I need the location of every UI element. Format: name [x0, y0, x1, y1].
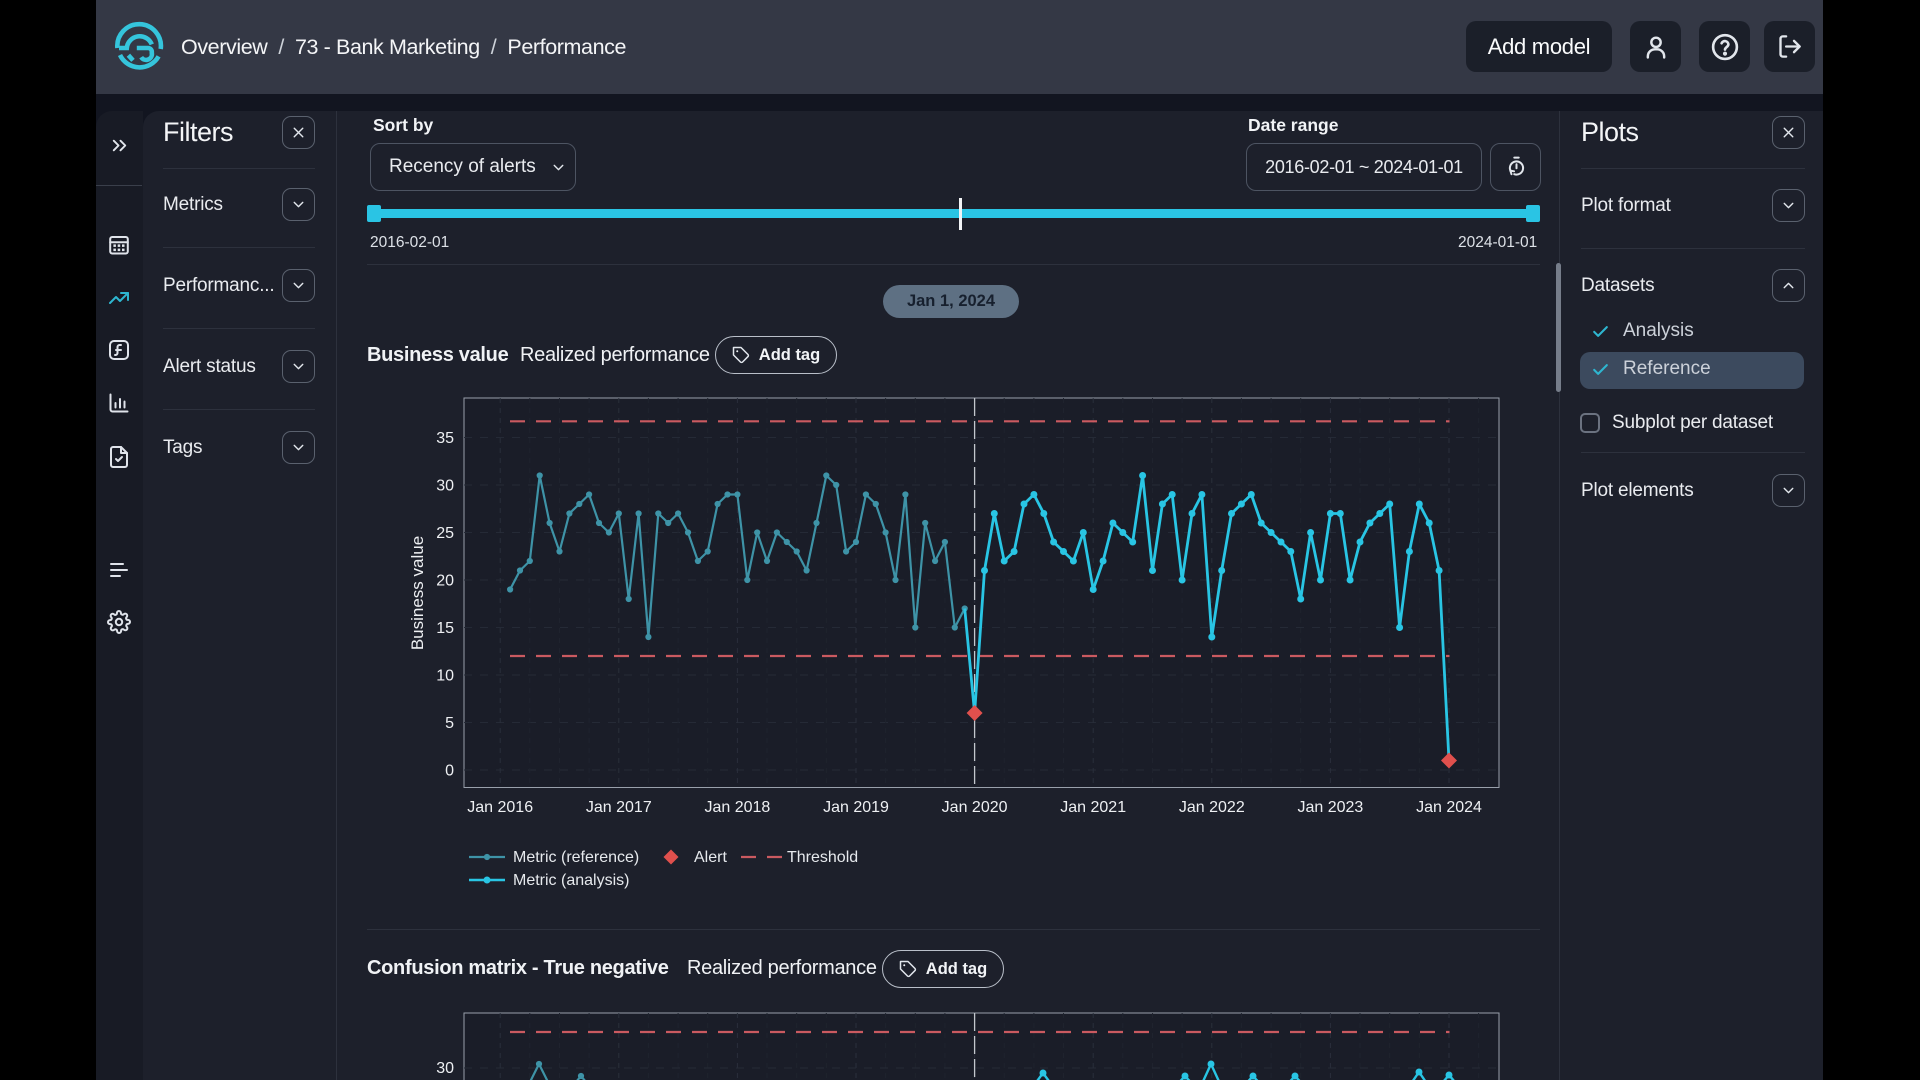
svg-text:Metric (reference): Metric (reference) — [513, 849, 639, 866]
svg-text:Alert: Alert — [694, 849, 727, 866]
svg-text:Jan 2020: Jan 2020 — [942, 799, 1008, 816]
svg-text:Jan 2021: Jan 2021 — [1060, 799, 1126, 816]
svg-text:0: 0 — [445, 763, 454, 780]
svg-text:15: 15 — [436, 620, 454, 637]
svg-text:Jan 2023: Jan 2023 — [1297, 799, 1363, 816]
svg-text:10: 10 — [436, 668, 454, 685]
svg-text:Jan 2024: Jan 2024 — [1416, 799, 1482, 816]
svg-text:20: 20 — [436, 573, 454, 590]
svg-text:25: 25 — [436, 525, 454, 542]
svg-text:5: 5 — [445, 715, 454, 732]
svg-text:Metric (analysis): Metric (analysis) — [513, 872, 629, 889]
svg-text:Jan 2019: Jan 2019 — [823, 799, 889, 816]
svg-text:Threshold: Threshold — [787, 849, 858, 866]
svg-text:Jan 2018: Jan 2018 — [704, 799, 770, 816]
svg-text:Jan 2016: Jan 2016 — [467, 799, 533, 816]
svg-text:35: 35 — [436, 430, 454, 447]
svg-text:Business value: Business value — [408, 536, 427, 650]
svg-text:30: 30 — [436, 1060, 454, 1077]
svg-text:Jan 2017: Jan 2017 — [586, 799, 652, 816]
svg-text:Jan 2022: Jan 2022 — [1179, 799, 1245, 816]
svg-text:30: 30 — [436, 478, 454, 495]
